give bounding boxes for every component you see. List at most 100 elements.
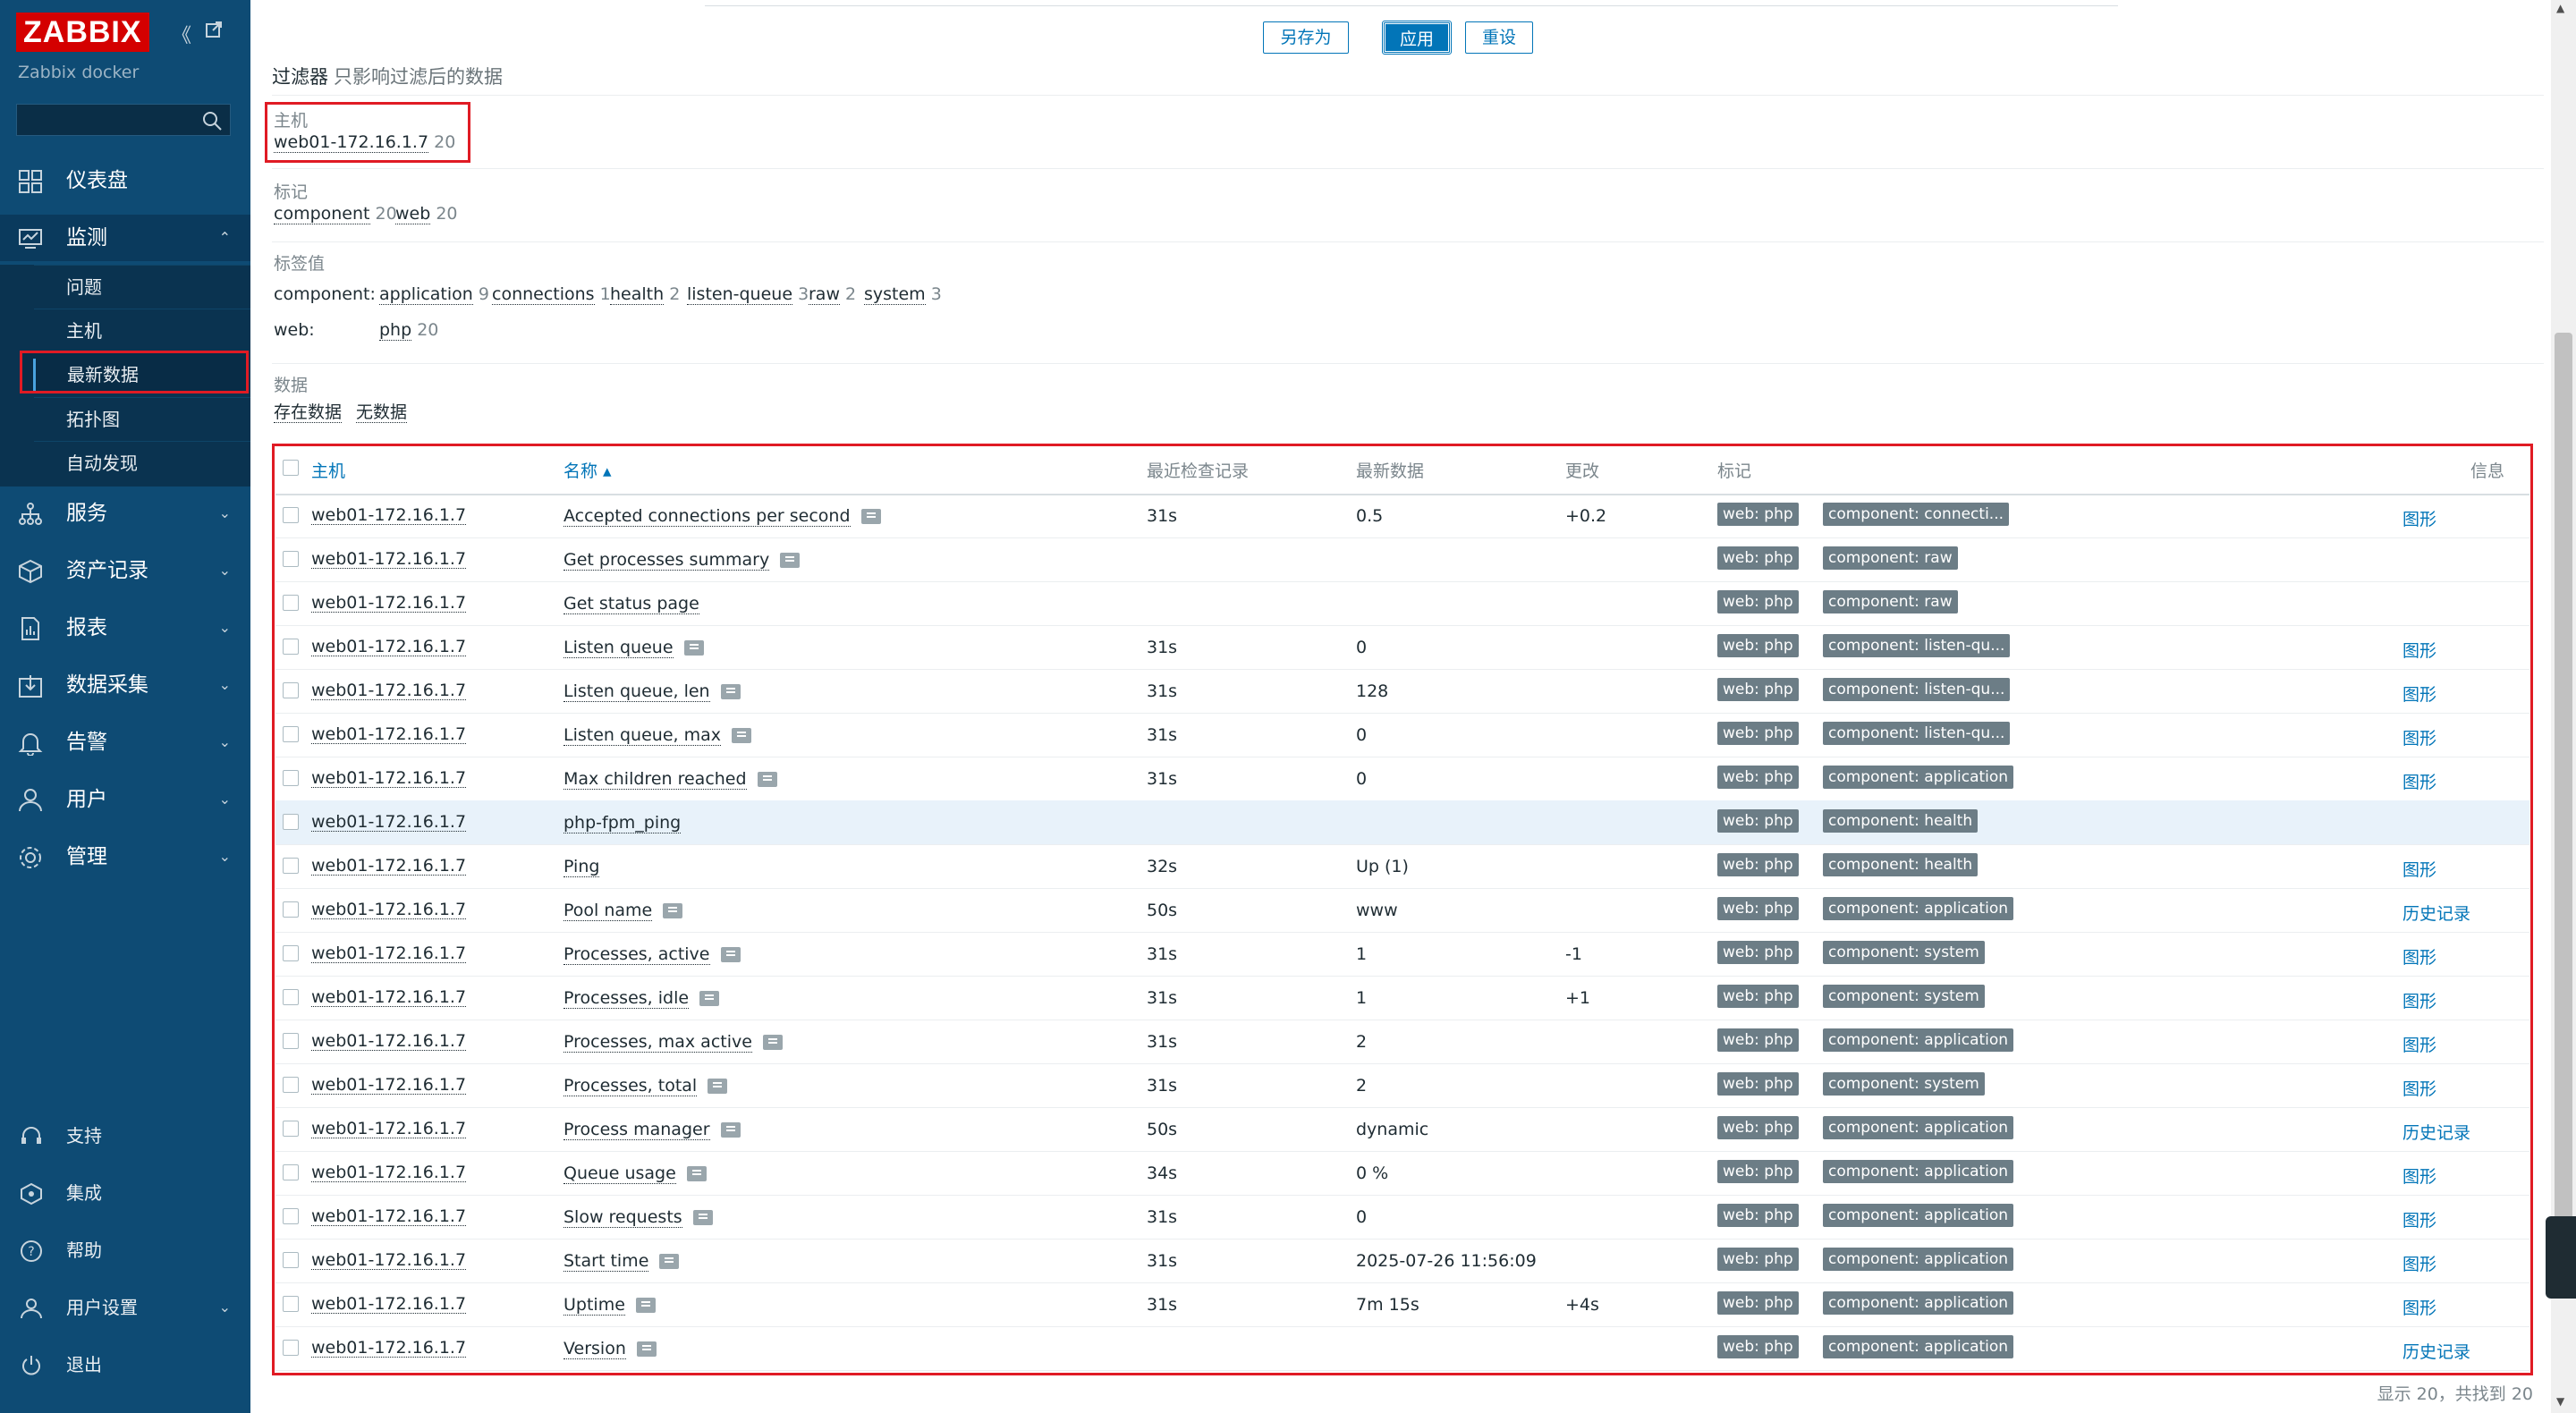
tag-value-item[interactable]: raw 2 xyxy=(809,284,857,305)
scrollbar-thumb[interactable] xyxy=(2555,333,2572,1299)
nav-alerts[interactable]: 告警 ⌄ xyxy=(0,719,250,766)
users-icon xyxy=(19,789,42,812)
nav-label: 集成 xyxy=(66,1182,102,1204)
submenu-problems[interactable]: 问题 xyxy=(34,265,250,308)
nav-monitoring[interactable]: 监测 ⌃ xyxy=(0,215,250,261)
chevron-down-icon: ⌄ xyxy=(218,1299,231,1316)
tag-value-count: 2 xyxy=(845,284,857,304)
filter-title: 过滤器 只影响过滤后的数据 xyxy=(272,63,503,89)
tag-value-link[interactable]: listen-queue xyxy=(687,284,793,305)
zabbix-logo[interactable]: ZABBIX xyxy=(16,13,149,52)
tag-value-item[interactable]: application 9 xyxy=(379,284,489,305)
nav-label: 数据采集 xyxy=(66,673,148,697)
web-key: web: xyxy=(274,320,315,340)
nav-help[interactable]: ? 帮助 xyxy=(0,1229,250,1272)
main-content: 另存为 应用 重设 过滤器 只影响过滤后的数据 主机 web01-172.16.1… xyxy=(250,0,2551,1413)
nav-label: 仪表盘 xyxy=(66,169,128,192)
filter-tag-item[interactable]: web 20 xyxy=(395,204,458,224)
highlight-box-table xyxy=(272,444,2533,1375)
side-panel-handle[interactable] xyxy=(2546,1216,2576,1299)
nav-reports[interactable]: 报表 ⌄ xyxy=(0,605,250,651)
server-name: Zabbix docker xyxy=(18,63,140,82)
nav-user-settings[interactable]: 用户设置 ⌄ xyxy=(0,1286,250,1329)
tag-value-count: 9 xyxy=(478,284,489,304)
tag-value-count: 1 xyxy=(599,284,611,304)
nav-dashboard[interactable]: 仪表盘 xyxy=(0,157,250,204)
kiosk-mode-icon[interactable] xyxy=(204,20,224,45)
reset-button[interactable]: 重设 xyxy=(1465,21,1533,54)
nav-administration[interactable]: 管理 ⌄ xyxy=(0,833,250,880)
tag-value-count: 3 xyxy=(930,284,942,304)
tag-value-link[interactable]: health xyxy=(610,284,665,305)
filter-subtitle: 只影响过滤后的数据 xyxy=(334,66,503,88)
nav-inventory[interactable]: 资产记录 ⌄ xyxy=(0,547,250,594)
nav-services[interactable]: 服务 ⌄ xyxy=(0,490,250,537)
save-as-button[interactable]: 另存为 xyxy=(1263,21,1349,54)
nav-label: 支持 xyxy=(66,1125,102,1146)
tag-value-link[interactable]: php xyxy=(379,320,412,341)
nav-support[interactable]: 支持 xyxy=(0,1114,250,1157)
monitoring-icon xyxy=(19,229,42,249)
support-icon xyxy=(21,1127,41,1144)
chevron-down-icon: ⌄ xyxy=(218,733,231,750)
administration-icon xyxy=(20,847,41,868)
dashboard-icon xyxy=(19,170,42,193)
svg-text:?: ? xyxy=(28,1245,34,1259)
integrations-icon xyxy=(21,1182,42,1206)
divider xyxy=(705,5,2118,6)
submenu-discovery[interactable]: 自动发现 xyxy=(34,441,250,484)
inventory-icon xyxy=(19,559,42,584)
tag-link[interactable]: component xyxy=(274,204,370,224)
nav-label: 资产记录 xyxy=(66,559,148,582)
nav-sign-out[interactable]: 退出 xyxy=(0,1343,250,1386)
submenu-hosts[interactable]: 主机 xyxy=(34,309,250,351)
chevron-down-icon: ⌄ xyxy=(218,562,231,579)
data-without-text[interactable]: 无数据 xyxy=(356,402,408,423)
scroll-up-arrow-icon[interactable]: ▲ xyxy=(2556,2,2564,14)
tag-value-link[interactable]: connections xyxy=(492,284,595,305)
tag-link[interactable]: web xyxy=(395,204,431,224)
tag-value-item[interactable]: health 2 xyxy=(610,284,680,305)
data-with-text[interactable]: 存在数据 xyxy=(274,402,343,423)
tag-count: 20 xyxy=(436,204,458,224)
tag-count: 20 xyxy=(375,204,397,224)
tag-value-item[interactable]: connections 1 xyxy=(492,284,611,305)
nav-label: 退出 xyxy=(66,1354,102,1375)
filter-tags-label: 标记 xyxy=(274,182,309,202)
tag-value-item[interactable]: listen-queue 3 xyxy=(687,284,809,305)
monitoring-submenu: 问题 主机 最新数据 拓扑图 自动发现 xyxy=(0,265,250,487)
component-key: component: xyxy=(274,284,376,304)
search-icon[interactable] xyxy=(201,110,223,131)
tag-value-link[interactable]: raw xyxy=(809,284,840,305)
nav-label: 帮助 xyxy=(66,1240,102,1261)
user-settings-icon xyxy=(21,1299,42,1319)
chevron-down-icon: ⌄ xyxy=(218,504,231,521)
nav-label: 告警 xyxy=(66,731,107,754)
data-with-link[interactable]: 存在数据 xyxy=(274,399,343,423)
tag-value-link[interactable]: application xyxy=(379,284,473,305)
filter-tag-item[interactable]: component 20 xyxy=(274,204,397,224)
chevron-down-icon: ⌄ xyxy=(218,676,231,693)
tag-value-count: 20 xyxy=(417,320,439,340)
nav-label: 用户 xyxy=(66,788,107,811)
nav-label: 管理 xyxy=(66,845,107,868)
scroll-down-arrow-icon[interactable]: ▼ xyxy=(2556,1395,2564,1408)
tag-value-item[interactable]: system 3 xyxy=(864,284,942,305)
filter-tags-section xyxy=(272,168,2544,241)
nav-users[interactable]: 用户 ⌄ xyxy=(0,776,250,823)
data-without-link[interactable]: 无数据 xyxy=(356,399,408,423)
filter-title-text: 过滤器 xyxy=(272,66,328,88)
reports-icon xyxy=(21,617,39,640)
chevron-up-icon: ⌃ xyxy=(218,229,231,246)
apply-button[interactable]: 应用 xyxy=(1382,21,1452,55)
nav-integrations[interactable]: 集成 xyxy=(0,1172,250,1214)
sidebar-search-input[interactable] xyxy=(16,104,231,136)
filter-data-section xyxy=(272,363,2544,436)
nav-data-collection[interactable]: 数据采集 ⌄ xyxy=(0,662,250,708)
submenu-latest-data[interactable]: 最新数据 xyxy=(20,351,249,393)
nav-label: 服务 xyxy=(66,502,107,525)
tag-value-item[interactable]: php 20 xyxy=(379,320,439,341)
collapse-sidebar-icon[interactable]: 《 xyxy=(172,20,191,48)
tag-value-link[interactable]: system xyxy=(864,284,926,305)
submenu-maps[interactable]: 拓扑图 xyxy=(34,397,250,440)
